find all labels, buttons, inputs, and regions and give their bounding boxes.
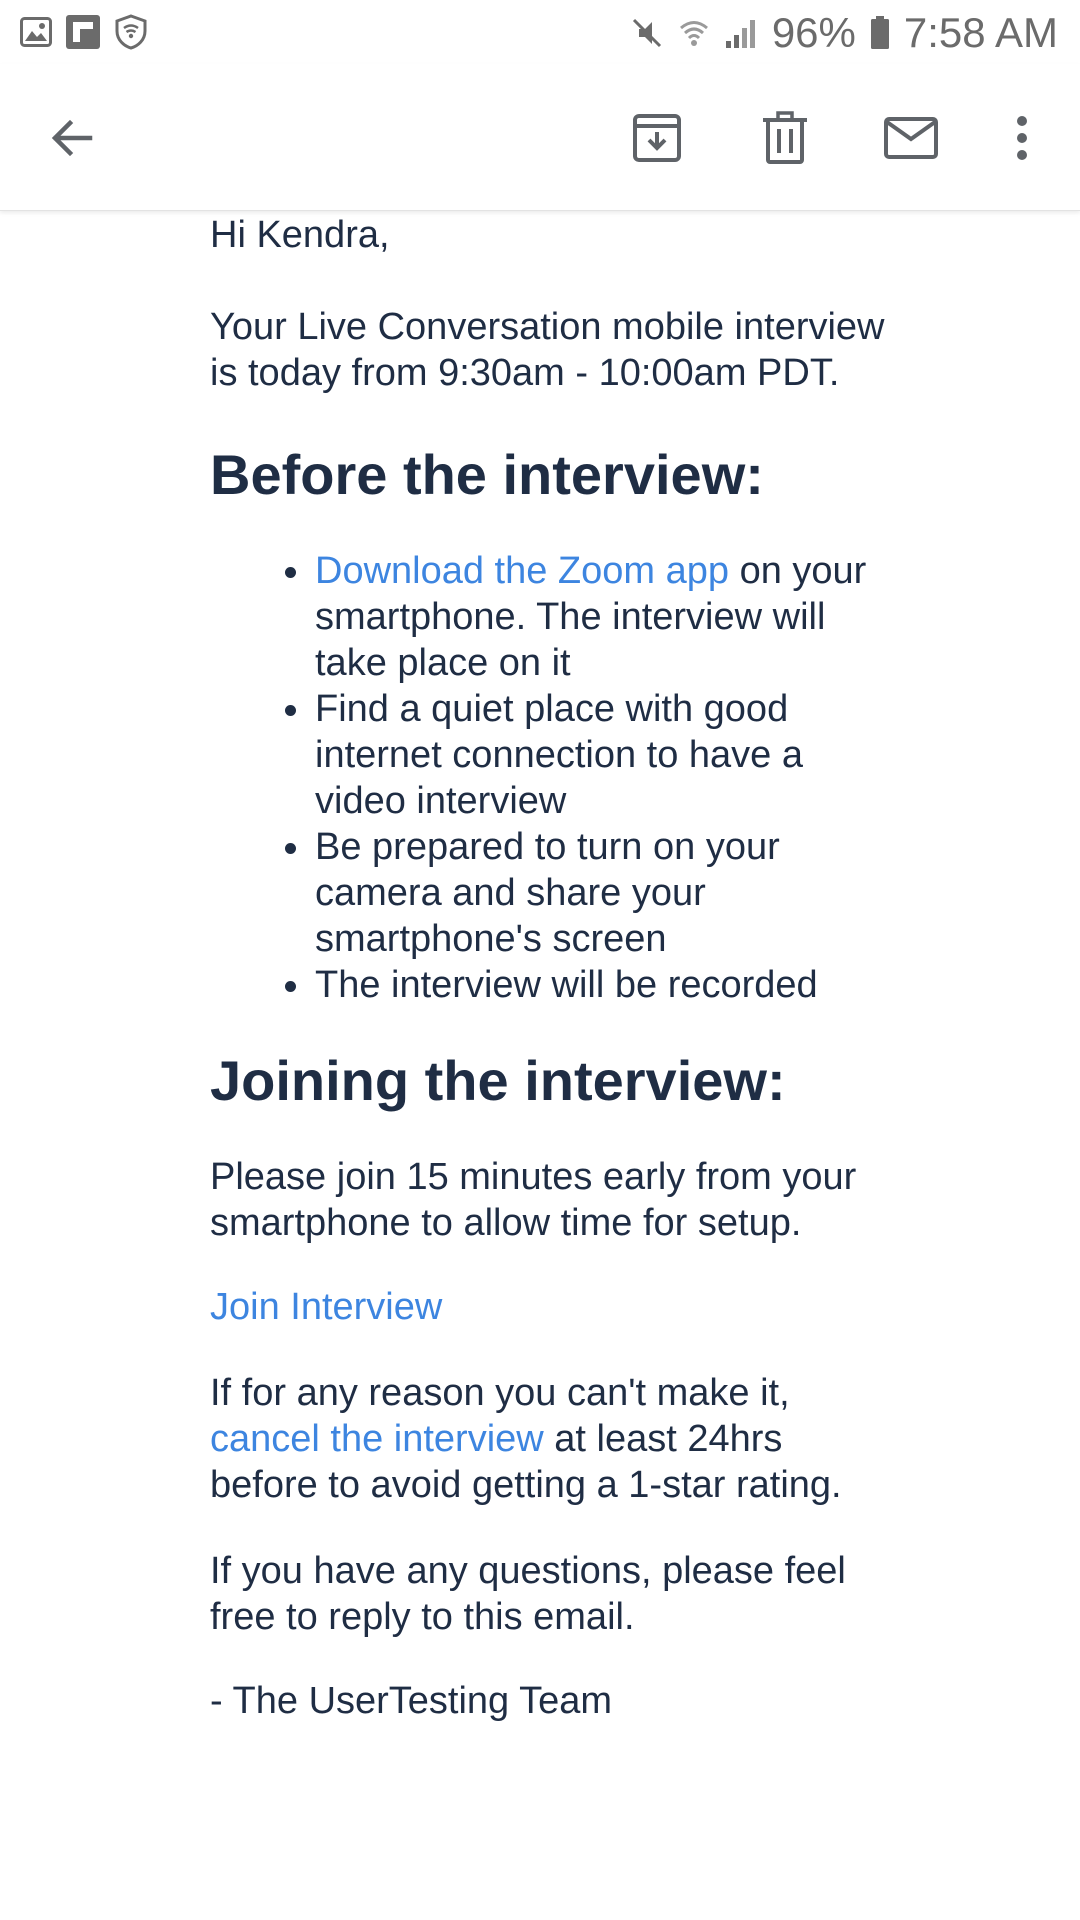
list-item: Be prepared to turn on your camera and s… xyxy=(285,824,890,962)
archive-icon xyxy=(631,112,683,164)
cancel-paragraph: If for any reason you can't make it, can… xyxy=(210,1370,890,1508)
clock: 7:58 AM xyxy=(903,9,1058,56)
joining-interview-heading: Joining the interview: xyxy=(210,1049,786,1112)
gallery-icon xyxy=(20,16,52,48)
mark-unread-button[interactable] xyxy=(873,100,949,176)
mark-unread-icon xyxy=(883,116,939,160)
list-item: Download the Zoom app on your smartphone… xyxy=(285,548,890,686)
intro-paragraph: Your Live Conversation mobile interview … xyxy=(210,306,885,394)
greeting: Hi Kendra, xyxy=(210,214,390,256)
battery-icon xyxy=(870,16,890,50)
back-button[interactable] xyxy=(34,100,110,176)
join-interview-link[interactable]: Join Interview xyxy=(210,1286,442,1328)
email-body: Hi Kendra, Your Live Conversation mobile… xyxy=(210,212,890,1724)
download-zoom-link[interactable]: Download the Zoom app xyxy=(315,550,729,592)
archive-button[interactable] xyxy=(619,100,695,176)
questions-paragraph: If you have any questions, please feel f… xyxy=(210,1550,846,1638)
shield-icon xyxy=(114,14,148,50)
cancel-prefix-text: If for any reason you can't make it, xyxy=(210,1372,790,1414)
more-options-button[interactable] xyxy=(984,100,1060,176)
flipboard-icon xyxy=(66,15,100,49)
signature: - The UserTesting Team xyxy=(210,1680,612,1722)
join-early-paragraph: Please join 15 minutes early from your s… xyxy=(210,1156,857,1244)
before-interview-heading: Before the interview: xyxy=(210,443,764,506)
status-bar: 96% 7:58 AM xyxy=(0,0,1080,64)
before-interview-list: Download the Zoom app on your smartphone… xyxy=(210,548,890,1008)
list-item: Find a quiet place with good internet co… xyxy=(285,686,890,824)
mute-icon xyxy=(630,16,664,50)
more-vert-icon xyxy=(1015,115,1029,161)
email-toolbar xyxy=(0,64,1080,211)
cancel-interview-link[interactable]: cancel the interview xyxy=(210,1418,544,1460)
list-item: The interview will be recorded xyxy=(285,962,890,1008)
signal-icon xyxy=(724,17,758,49)
delete-button[interactable] xyxy=(747,100,823,176)
battery-percent: 96% xyxy=(771,9,856,56)
back-arrow-icon xyxy=(48,114,96,162)
delete-icon xyxy=(760,111,810,165)
wifi-icon xyxy=(678,17,710,49)
